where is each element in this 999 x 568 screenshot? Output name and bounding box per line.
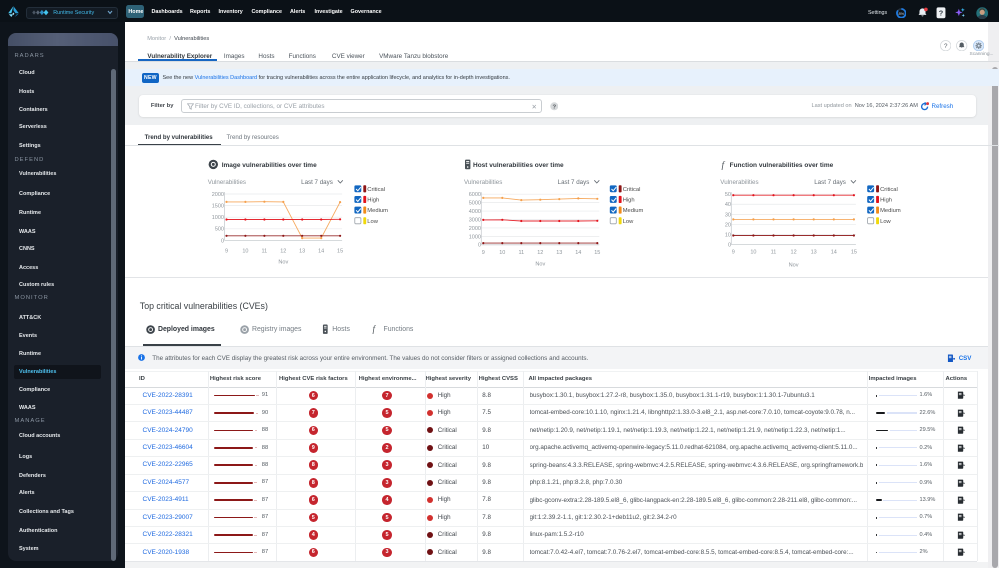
svg-text:?: ? bbox=[944, 43, 948, 50]
svg-text:15: 15 bbox=[851, 250, 857, 256]
svg-text:15: 15 bbox=[594, 250, 600, 256]
svg-text:Image vulnerabilities over tim: Image vulnerabilities over time bbox=[222, 162, 317, 169]
svg-text:Nov: Nov bbox=[789, 262, 799, 268]
svg-text:Medium: Medium bbox=[367, 208, 388, 214]
svg-text:5000: 5000 bbox=[469, 201, 481, 207]
svg-text:f: f bbox=[722, 160, 726, 171]
svg-text:10: 10 bbox=[242, 249, 248, 255]
svg-text:Last 7 days: Last 7 days bbox=[558, 179, 590, 186]
svg-text:Function vulnerabilities over: Function vulnerabilities over time bbox=[730, 162, 834, 169]
svg-text:6000: 6000 bbox=[469, 192, 481, 198]
svg-text:0: 0 bbox=[478, 243, 481, 249]
svg-text:?: ? bbox=[938, 9, 943, 18]
svg-text:50: 50 bbox=[725, 192, 731, 198]
svg-text:10: 10 bbox=[725, 232, 731, 238]
svg-text:1000: 1000 bbox=[212, 215, 224, 221]
svg-text:Last 7 days: Last 7 days bbox=[301, 179, 333, 186]
svg-text:High: High bbox=[623, 198, 635, 204]
svg-text:500: 500 bbox=[215, 227, 224, 233]
svg-text:13: 13 bbox=[556, 250, 562, 256]
svg-text:15: 15 bbox=[337, 249, 343, 255]
svg-text:Vulnerabilities: Vulnerabilities bbox=[720, 179, 758, 186]
svg-text:0: 0 bbox=[728, 243, 731, 249]
svg-text:9: 9 bbox=[732, 250, 735, 256]
svg-text:11: 11 bbox=[771, 250, 777, 256]
svg-text:12: 12 bbox=[791, 250, 797, 256]
svg-text:12: 12 bbox=[537, 250, 543, 256]
svg-text:Nov: Nov bbox=[535, 262, 545, 268]
svg-text:4000: 4000 bbox=[469, 209, 481, 215]
svg-text:0: 0 bbox=[221, 238, 224, 244]
svg-text:Critical: Critical bbox=[623, 187, 641, 193]
svg-text:?: ? bbox=[552, 104, 556, 110]
svg-text:2000: 2000 bbox=[469, 226, 481, 232]
svg-text:Low: Low bbox=[880, 219, 891, 225]
svg-text:Vulnerabilities: Vulnerabilities bbox=[208, 179, 246, 186]
svg-text:9: 9 bbox=[482, 250, 485, 256]
svg-text:11: 11 bbox=[262, 249, 268, 255]
svg-text:10: 10 bbox=[499, 250, 505, 256]
svg-text:12: 12 bbox=[280, 249, 286, 255]
svg-text:10: 10 bbox=[750, 250, 756, 256]
svg-text:2000: 2000 bbox=[212, 192, 224, 198]
svg-text:14: 14 bbox=[575, 250, 581, 256]
svg-text:13: 13 bbox=[811, 250, 817, 256]
svg-text:Low: Low bbox=[623, 219, 634, 225]
svg-text:3000: 3000 bbox=[469, 217, 481, 223]
svg-text:Last 7 days: Last 7 days bbox=[814, 179, 846, 186]
svg-text:Critical: Critical bbox=[880, 187, 898, 193]
svg-text:High: High bbox=[367, 198, 379, 204]
svg-text:20: 20 bbox=[725, 222, 731, 228]
svg-text:Host vulnerabilities over time: Host vulnerabilities over time bbox=[473, 162, 564, 169]
svg-text:1500: 1500 bbox=[212, 204, 224, 210]
svg-text:11: 11 bbox=[518, 250, 524, 256]
svg-text:9: 9 bbox=[225, 249, 228, 255]
svg-text:Nov: Nov bbox=[278, 260, 288, 266]
svg-text:Medium: Medium bbox=[623, 208, 644, 214]
svg-text:Low: Low bbox=[367, 219, 378, 225]
svg-text:Critical: Critical bbox=[367, 187, 385, 193]
svg-text:14: 14 bbox=[318, 249, 324, 255]
svg-text:14: 14 bbox=[831, 250, 837, 256]
svg-text:13: 13 bbox=[299, 249, 305, 255]
svg-text:40: 40 bbox=[725, 202, 731, 208]
svg-text:Medium: Medium bbox=[880, 208, 901, 214]
svg-text:30: 30 bbox=[725, 212, 731, 218]
svg-text:High: High bbox=[880, 198, 892, 204]
svg-text:8%: 8% bbox=[898, 11, 904, 16]
svg-text:Vulnerabilities: Vulnerabilities bbox=[464, 179, 502, 186]
svg-text:1000: 1000 bbox=[469, 234, 481, 240]
